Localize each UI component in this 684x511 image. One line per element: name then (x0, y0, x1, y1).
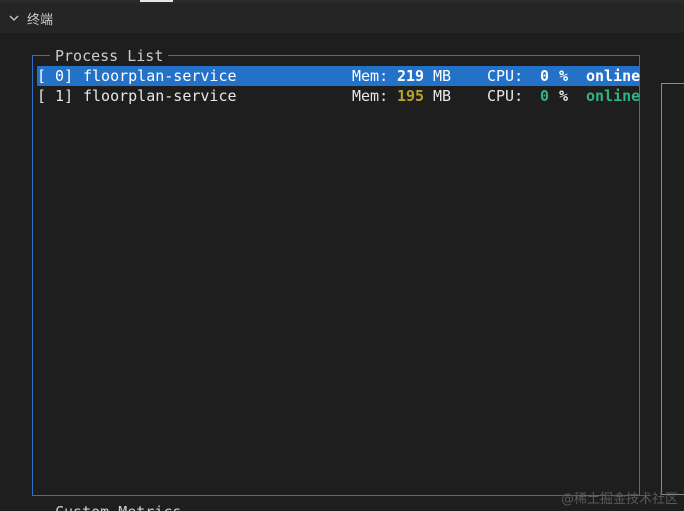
watermark: @稀土掘金技术社区 (560, 492, 678, 507)
side-panel-box (661, 83, 684, 495)
terminal-output[interactable]: Process List [ 0] floorplan-service Mem:… (0, 33, 684, 511)
terminal-panel-header[interactable]: 终端 (0, 3, 684, 33)
status-text: online (586, 67, 641, 85)
process-list-box: Process List [ 0] floorplan-service Mem:… (32, 47, 640, 496)
mem-label: Mem: (352, 67, 389, 85)
cpu-percent-sign: % (559, 87, 569, 105)
mem-unit: MB (433, 87, 452, 105)
cpu-percent-sign: % (559, 67, 569, 85)
mem-unit: MB (433, 67, 452, 85)
mem-value: 219 (397, 67, 425, 85)
cpu-label: CPU: (487, 87, 524, 105)
active-tab-indicator (140, 0, 173, 2)
process-index: [ 0] (37, 67, 74, 85)
process-index: [ 1] (37, 87, 74, 105)
mem-label: Mem: (352, 87, 389, 105)
cpu-value: 0 (540, 87, 550, 105)
next-box-title: Custom Metrics (55, 503, 181, 511)
cpu-label: CPU: (487, 67, 524, 85)
process-name: floorplan-service (83, 67, 237, 85)
cpu-value: 0 (540, 67, 550, 85)
status-text: online (586, 87, 641, 105)
panel-title: 终端 (27, 12, 54, 28)
mem-value: 195 (397, 87, 425, 105)
chevron-down-icon[interactable] (9, 13, 19, 23)
process-row[interactable]: [ 1] floorplan-service Mem: 195 MB CPU: … (37, 86, 640, 106)
process-row[interactable]: [ 0] floorplan-service Mem: 219 MB CPU: … (37, 66, 640, 86)
process-list-title: Process List (50, 47, 169, 65)
terminal-window: 终端 Process List [ 0] floorplan-service M… (0, 0, 684, 511)
process-name: floorplan-service (83, 87, 237, 105)
